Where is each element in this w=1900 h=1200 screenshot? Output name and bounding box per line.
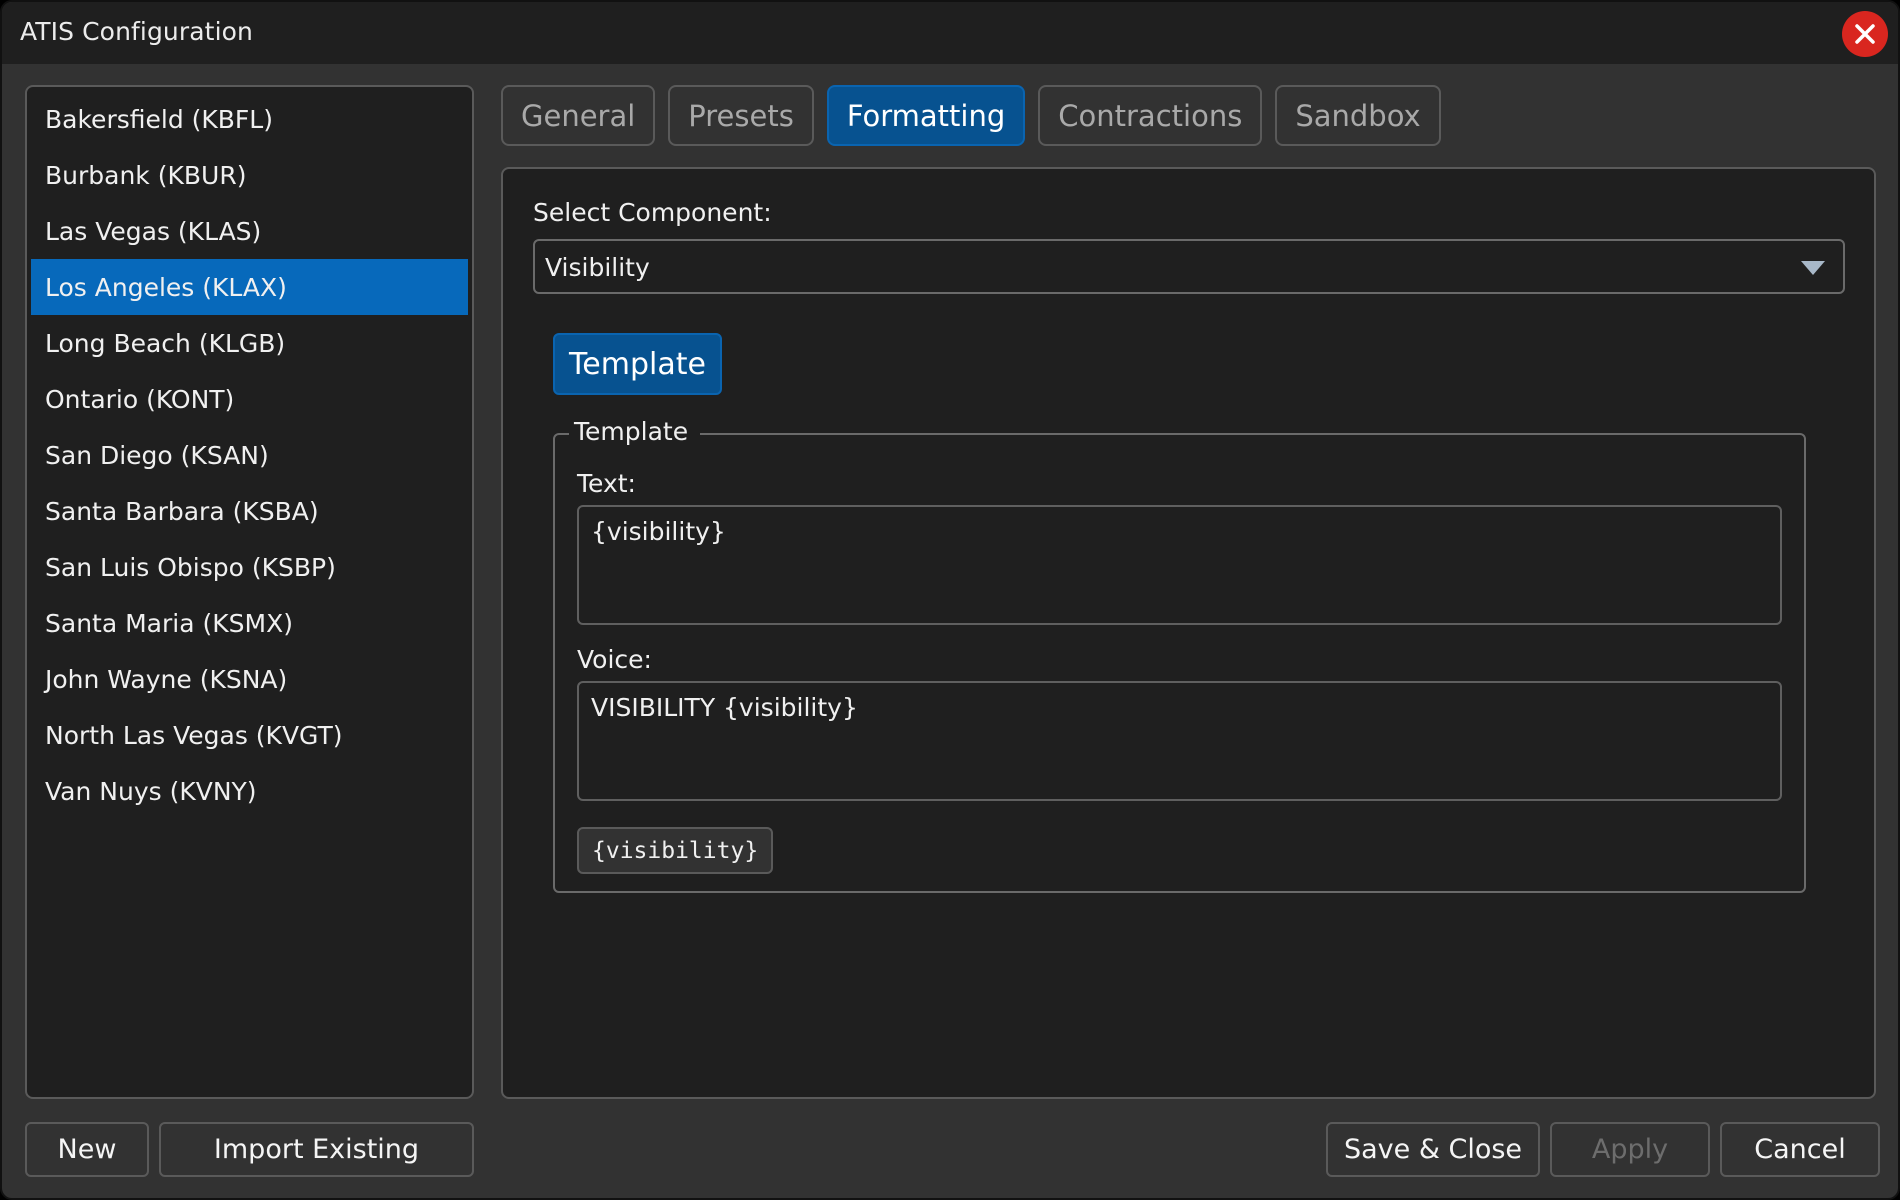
station-list-item[interactable]: John Wayne (KSNA) [31, 651, 468, 707]
import-existing-button[interactable]: Import Existing [159, 1122, 474, 1177]
station-list-item[interactable]: Los Angeles (KLAX) [31, 259, 468, 315]
station-list[interactable]: Bakersfield (KBFL) Burbank (KBUR) Las Vega… [25, 85, 474, 1099]
tab-sandbox[interactable]: Sandbox [1275, 85, 1441, 146]
voice-label: Voice: [577, 645, 652, 674]
station-list-item[interactable]: Bakersfield (KBFL) [31, 91, 468, 147]
station-list-item[interactable]: San Luis Obispo (KSBP) [31, 539, 468, 595]
close-button[interactable] [1842, 11, 1888, 57]
chevron-down-icon [1801, 261, 1825, 275]
formatting-panel: Select Component: Visibility Template Te… [501, 167, 1876, 1099]
visibility-variable-chip[interactable]: {visibility} [577, 827, 774, 874]
template-subtab-button[interactable]: Template [553, 333, 722, 395]
station-list-item[interactable]: Burbank (KBUR) [31, 147, 468, 203]
close-icon [1855, 24, 1875, 44]
text-label: Text: [577, 469, 636, 498]
station-list-item[interactable]: Las Vegas (KLAS) [31, 203, 468, 259]
window-title: ATIS Configuration [20, 17, 253, 46]
template-group-title: Template [569, 417, 701, 446]
component-select-value: Visibility [545, 253, 650, 282]
station-list-item[interactable]: Van Nuys (KVNY) [31, 763, 468, 819]
station-list-item[interactable]: North Las Vegas (KVGT) [31, 707, 468, 763]
station-list-item[interactable]: San Diego (KSAN) [31, 427, 468, 483]
station-list-item[interactable]: Santa Maria (KSMX) [31, 595, 468, 651]
tab-general[interactable]: General [501, 85, 656, 146]
component-select[interactable]: Visibility [533, 239, 1845, 294]
save-close-button[interactable]: Save & Close [1326, 1122, 1540, 1177]
tab-contractions[interactable]: Contractions [1038, 85, 1263, 146]
apply-button[interactable]: Apply [1550, 1122, 1710, 1177]
title-bar: ATIS Configuration [2, 2, 1898, 64]
cancel-button[interactable]: Cancel [1720, 1122, 1880, 1177]
station-list-item[interactable]: Ontario (KONT) [31, 371, 468, 427]
atis-configuration-window: ATIS Configuration Bakersfield (KBFL) Bur… [0, 0, 1900, 1200]
tab-presets[interactable]: Presets [668, 85, 814, 146]
template-group: Template Text: {visibility} Voice: VISIB… [553, 417, 1806, 893]
text-template-input[interactable]: {visibility} [577, 505, 1782, 625]
voice-template-input[interactable]: VISIBILITY {visibility} [577, 681, 1782, 801]
select-component-label: Select Component: [533, 198, 772, 227]
tab-bar: General Presets Formatting Contractions Sand… [501, 85, 1454, 146]
new-button[interactable]: New [25, 1122, 149, 1177]
station-list-item[interactable]: Santa Barbara (KSBA) [31, 483, 468, 539]
station-list-item[interactable]: Long Beach (KLGB) [31, 315, 468, 371]
tab-formatting[interactable]: Formatting [826, 85, 1026, 146]
